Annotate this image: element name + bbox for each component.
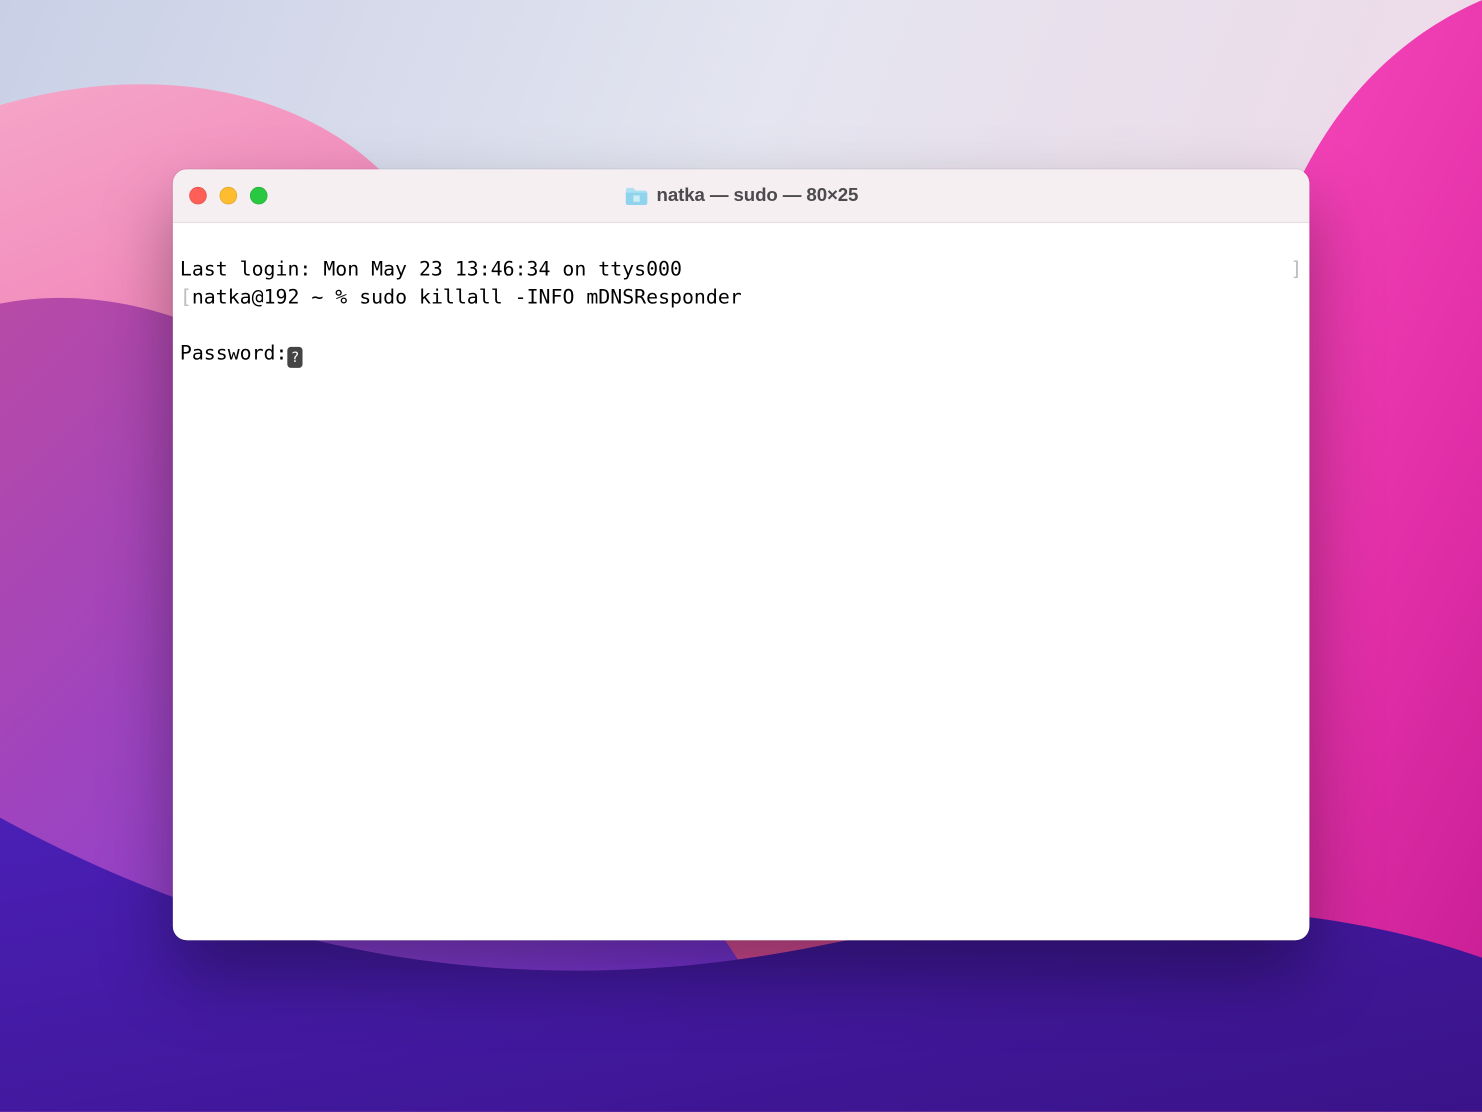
key-icon: [287, 347, 302, 368]
password-prompt: Password:: [180, 342, 288, 365]
prompt-close-bracket: ]: [1290, 256, 1302, 284]
prompt-open-bracket: [: [180, 286, 192, 309]
traffic-lights: [173, 187, 268, 205]
terminal-output[interactable]: Last login: Mon May 23 13:46:34 on ttys0…: [173, 223, 1309, 940]
window-title-group: natka — sudo — 80×25: [173, 185, 1309, 206]
last-login-line: Last login: Mon May 23 13:46:34 on ttys0…: [180, 256, 1302, 284]
shell-prompt: natka@192 ~ %: [192, 286, 359, 309]
window-title: natka — sudo — 80×25: [657, 185, 859, 206]
command-text: sudo killall -INFO mDNSResponder: [359, 286, 742, 309]
terminal-window[interactable]: natka — sudo — 80×25 Last login: Mon May…: [173, 169, 1309, 940]
zoom-button[interactable]: [250, 187, 268, 205]
minimize-button[interactable]: [220, 187, 238, 205]
folder-icon: [624, 185, 650, 206]
close-button[interactable]: [189, 187, 207, 205]
window-titlebar[interactable]: natka — sudo — 80×25: [173, 169, 1309, 223]
